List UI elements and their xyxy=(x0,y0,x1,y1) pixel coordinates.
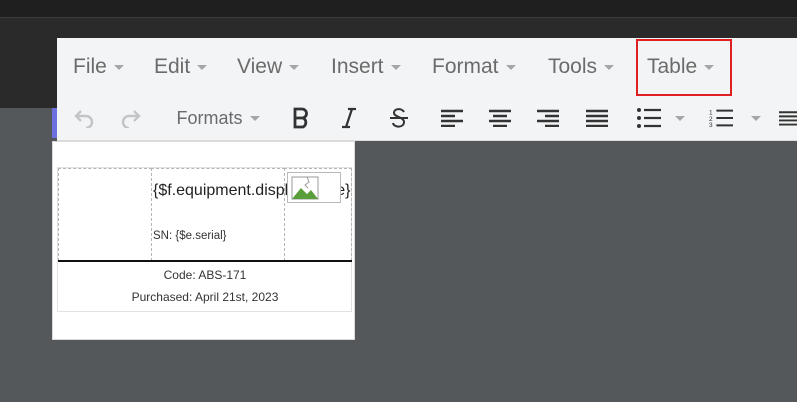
chevron-down-icon xyxy=(390,64,401,70)
redo-button[interactable] xyxy=(118,104,144,132)
align-right-icon xyxy=(537,109,559,127)
menu-file[interactable]: File xyxy=(73,52,124,82)
chevron-down-icon xyxy=(249,115,260,121)
align-left-icon xyxy=(441,109,463,127)
formats-label: Formats xyxy=(176,107,243,128)
document-canvas[interactable]: {$f.equipment.displayname} SN: {$e.seria… xyxy=(52,141,355,340)
numbered-list-icon: 123 xyxy=(709,109,733,129)
align-center-button[interactable] xyxy=(486,104,514,132)
rich-text-editor: File Edit View Insert Format Tools Table… xyxy=(57,38,797,141)
align-left-button[interactable] xyxy=(438,104,466,132)
align-justify-icon xyxy=(586,109,608,127)
menu-view[interactable]: View xyxy=(237,52,300,82)
purchased-text: Purchased: April 21st, 2023 xyxy=(131,290,279,304)
divider xyxy=(58,260,352,262)
menu-edit[interactable]: Edit xyxy=(154,52,208,82)
bold-button[interactable] xyxy=(288,104,314,132)
chevron-down-icon xyxy=(113,64,124,70)
menu-format-label: Format xyxy=(432,55,499,78)
menu-insert[interactable]: Insert xyxy=(331,52,401,82)
list-icon xyxy=(779,111,797,126)
svg-text:3: 3 xyxy=(709,122,713,129)
formats-dropdown[interactable]: Formats xyxy=(172,104,264,132)
more-button[interactable] xyxy=(779,104,797,132)
app-top-bar xyxy=(0,0,797,18)
bullet-list-button[interactable] xyxy=(637,104,685,132)
menu-bar: File Edit View Insert Format Tools Table xyxy=(57,38,797,96)
formatting-toolbar: Formats 123 xyxy=(57,96,797,141)
chevron-down-icon xyxy=(751,115,761,121)
align-justify-button[interactable] xyxy=(583,104,611,132)
align-center-icon xyxy=(489,109,511,127)
chevron-down-icon xyxy=(675,115,685,121)
menu-insert-label: Insert xyxy=(331,55,384,78)
equipment-name-field: {$f.equipment.displayname} xyxy=(153,182,351,199)
table-cell[interactable] xyxy=(58,168,152,261)
chevron-down-icon xyxy=(197,64,208,70)
chevron-down-icon xyxy=(505,64,516,70)
equipment-label: {$f.equipment.displayname} SN: {$e.seria… xyxy=(57,167,352,312)
undo-button[interactable] xyxy=(71,104,97,132)
menu-table-highlight xyxy=(636,39,732,96)
menu-tools[interactable]: Tools xyxy=(548,52,615,82)
code-text: Code: ABS-171 xyxy=(163,268,247,282)
strikethrough-button[interactable] xyxy=(386,104,412,132)
redo-icon xyxy=(121,110,141,128)
menu-view-label: View xyxy=(237,55,283,78)
broken-image-icon xyxy=(291,176,319,200)
bold-icon xyxy=(293,107,308,129)
menu-edit-label: Edit xyxy=(154,55,191,78)
bullet-list-icon xyxy=(637,108,661,128)
numbered-list-button[interactable]: 123 xyxy=(709,104,761,132)
chevron-down-icon xyxy=(289,64,300,70)
menu-file-label: File xyxy=(73,55,107,78)
menu-format[interactable]: Format xyxy=(432,52,516,82)
undo-icon xyxy=(74,110,94,128)
image-placeholder[interactable] xyxy=(287,172,341,203)
strikethrough-icon xyxy=(390,108,408,128)
align-right-button[interactable] xyxy=(534,104,562,132)
menu-tools-label: Tools xyxy=(548,55,598,78)
serial-field: SN: {$e.serial} xyxy=(153,230,227,242)
chevron-down-icon xyxy=(604,64,615,70)
italic-button[interactable] xyxy=(336,104,362,132)
italic-icon xyxy=(342,107,356,129)
